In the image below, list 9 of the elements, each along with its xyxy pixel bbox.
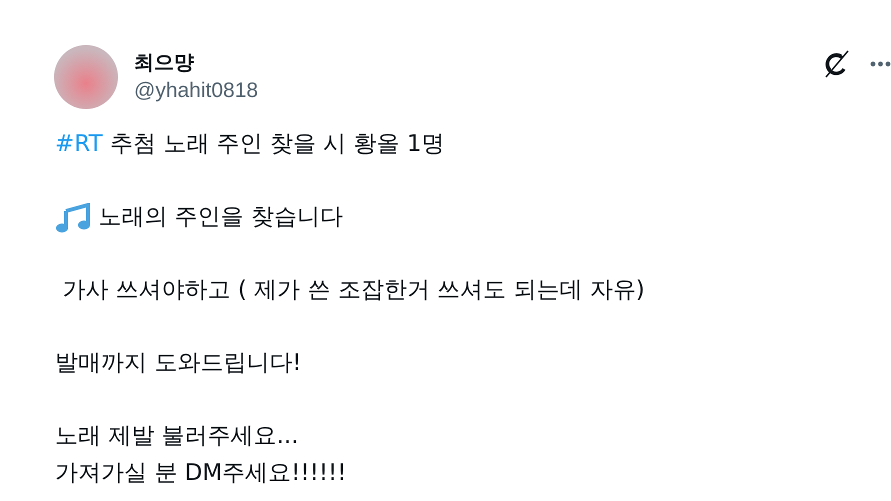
display-name[interactable]: 최으먕 bbox=[134, 49, 258, 75]
tweet-text: 가사 쓰셔야하고 ( 제가 쓴 조잡한거 쓰셔도 되는데 자유) bbox=[61, 276, 645, 305]
tweet-text: 노래의 주인을 찾습니다 bbox=[97, 203, 343, 232]
music-notes-icon bbox=[55, 202, 91, 232]
more-icon[interactable] bbox=[870, 61, 891, 67]
tweet-text: 노래 제발 불러주세요... 가져가실 분 DM주세요!!!!!! bbox=[55, 422, 346, 488]
tweet-text: 발매까지 도와드립니다! bbox=[55, 349, 302, 378]
tweet-text: 추첨 노래 주인 찾을 시 황올 1명 bbox=[108, 130, 444, 159]
user-handle[interactable]: @yhahit0818 bbox=[134, 77, 258, 105]
